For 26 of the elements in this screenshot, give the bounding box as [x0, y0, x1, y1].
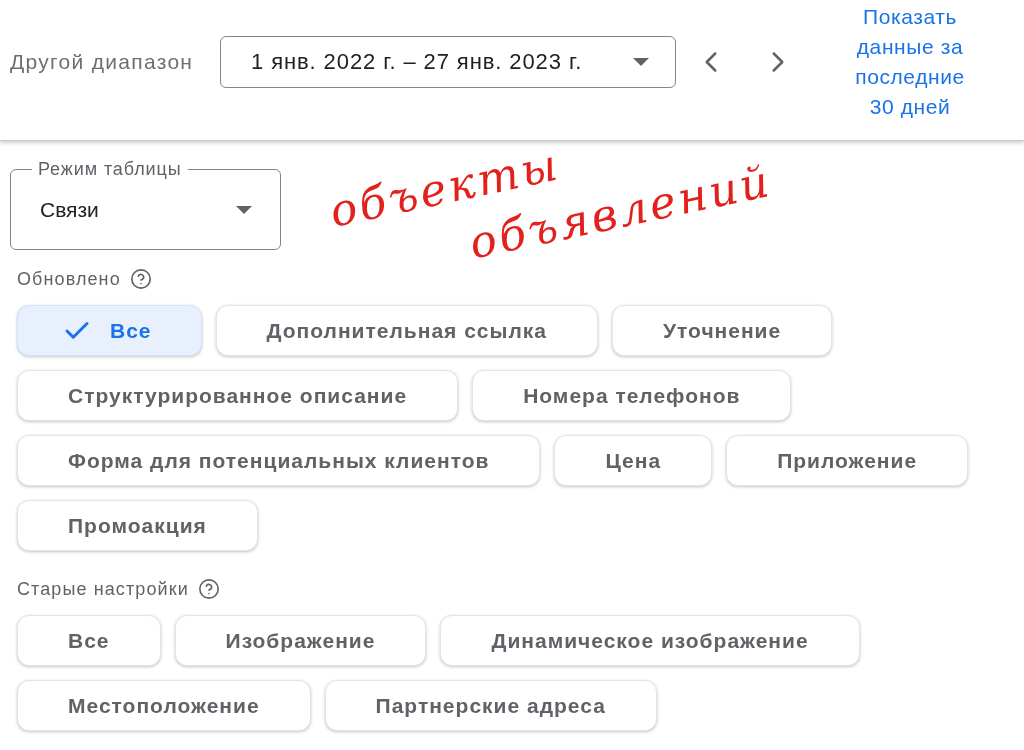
filter-chip[interactable]: Приложение	[726, 435, 969, 486]
filter-chip[interactable]: Номера телефонов	[472, 370, 792, 421]
group-title: Обновлено	[17, 268, 121, 290]
filter-chip[interactable]: Форма для потенциальных клиентов	[17, 435, 541, 486]
range-label: Другой диапазон	[10, 50, 195, 74]
filter-chip[interactable]: Все	[17, 615, 161, 666]
date-range-dropdown[interactable]: 1 янв. 2022 г. – 27 янв. 2023 г.	[220, 36, 676, 88]
filter-chip[interactable]: Динамическое изображение	[440, 615, 860, 666]
filter-chip[interactable]: Местоположение	[17, 680, 311, 731]
help-icon[interactable]	[129, 268, 152, 290]
filter-chip[interactable]: Структурированное описание	[17, 370, 459, 421]
filter-chip[interactable]: Все	[17, 305, 202, 356]
dropdown-label: Режим таблицы	[37, 159, 183, 180]
filter-chip[interactable]: Цена	[554, 435, 713, 486]
filter-chip[interactable]: Уточнение	[612, 305, 833, 356]
dropdown-arrow-icon	[236, 205, 252, 214]
group-title: Старые настройки	[17, 578, 189, 600]
dropdown-arrow-icon	[633, 58, 649, 66]
dropdown-value: Связи	[40, 197, 99, 222]
table-mode-dropdown[interactable]: Режим таблицы Связи	[10, 159, 281, 250]
filter-chip[interactable]: Дополнительная ссылка	[215, 305, 598, 356]
last-30-days-link[interactable]: Показать данные за последние 30 дней	[840, 2, 980, 122]
filter-chip[interactable]: Промоакция	[17, 500, 258, 551]
filter-chip[interactable]: Партнерские адреса	[324, 680, 657, 731]
filter-chip[interactable]: Изображение	[174, 615, 427, 666]
help-icon[interactable]	[197, 578, 220, 600]
